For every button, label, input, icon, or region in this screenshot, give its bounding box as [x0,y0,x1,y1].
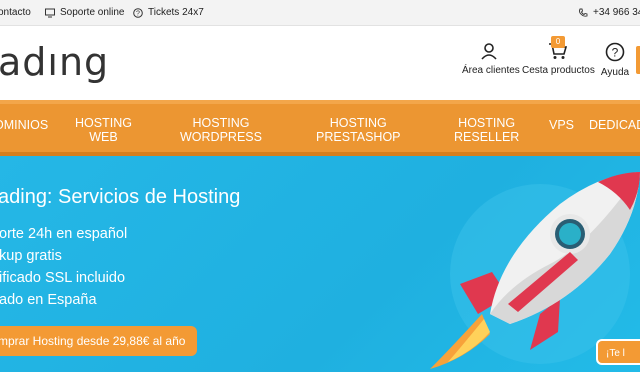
nav-item-hosting-prestashop[interactable]: HOSTING PRESTASHOP [316,116,401,144]
nav-label: OMINIOS [0,118,49,132]
feature-item: orte 24h en español [0,226,128,242]
nav-item-hosting-web[interactable]: HOSTING WEB [75,116,132,144]
feature-item: kup gratis [0,248,62,264]
phone-icon [579,8,588,17]
nav-label-line2: WORDPRESS [180,130,262,144]
client-area-button[interactable]: Área clientes [462,42,520,76]
phone-number: +34 966 34 [593,7,640,18]
nav-item-dominios[interactable]: OMINIOS [0,118,48,132]
monitor-icon [45,8,55,17]
support-online-label: Soporte online [60,7,125,18]
nav-item-hosting-wordpress[interactable]: HOSTING WORDPRESS [180,116,262,144]
main-nav: OMINIOS HOSTING WEB HOSTING WORDPRESS HO… [0,100,640,156]
user-icon [481,43,497,60]
help-circle-icon: ? [133,7,143,18]
support-online-link[interactable]: Soporte online [45,7,125,18]
tickets-label: Tickets 24x7 [148,7,204,18]
nav-label-line2: WEB [89,130,118,144]
help-label: Ayuda [600,67,630,78]
side-tab[interactable] [636,46,640,74]
question-icon: ? [605,42,625,62]
phone-link[interactable]: +34 966 34 [578,7,640,18]
nav-label-line2: RESELLER [454,130,520,144]
nav-label: DEDICAD [589,118,640,132]
nav-item-hosting-reseller[interactable]: HOSTING RESELLER [454,116,519,144]
nav-item-vps[interactable]: VPS [549,118,574,132]
help-button[interactable]: ? Ayuda [600,42,630,78]
cart-count-badge: 0 [551,36,565,48]
svg-text:?: ? [136,10,140,17]
hero-banner: ading: Servicios de Hosting orte 24h en … [0,156,640,372]
nav-label-line1: HOSTING [329,116,387,130]
site-header: adıng Área clientes 0 Cesta productos ? … [0,26,640,100]
cart-button[interactable]: 0 Cesta productos [522,36,595,76]
top-bar: ontacto Soporte online ? Tickets 24x7 +3… [0,0,640,26]
nav-label-line1: HOSTING [75,116,132,130]
hero-title: ading: Servicios de Hosting [0,186,241,208]
contact-label: ontacto [0,7,31,18]
cart-label: Cesta productos [522,65,595,76]
feature-item: ificado SSL incluido [0,270,126,286]
chat-button[interactable]: ¡Te l [596,339,640,365]
site-logo[interactable]: adıng [0,40,109,84]
nav-label: VPS [549,118,575,132]
feature-item: ado en España [0,292,97,308]
contact-link[interactable]: ontacto [0,7,31,18]
client-area-label: Área clientes [462,65,520,76]
nav-label-line2: PRESTASHOP [316,130,401,144]
tickets-link[interactable]: ? Tickets 24x7 [133,7,204,18]
svg-text:?: ? [612,46,619,60]
nav-label-line1: HOSTING [458,116,516,130]
nav-label-line1: HOSTING [192,116,250,130]
buy-hosting-button[interactable]: mprar Hosting desde 29,88€ al año [0,326,198,356]
nav-item-dedicados[interactable]: DEDICAD [589,118,640,132]
